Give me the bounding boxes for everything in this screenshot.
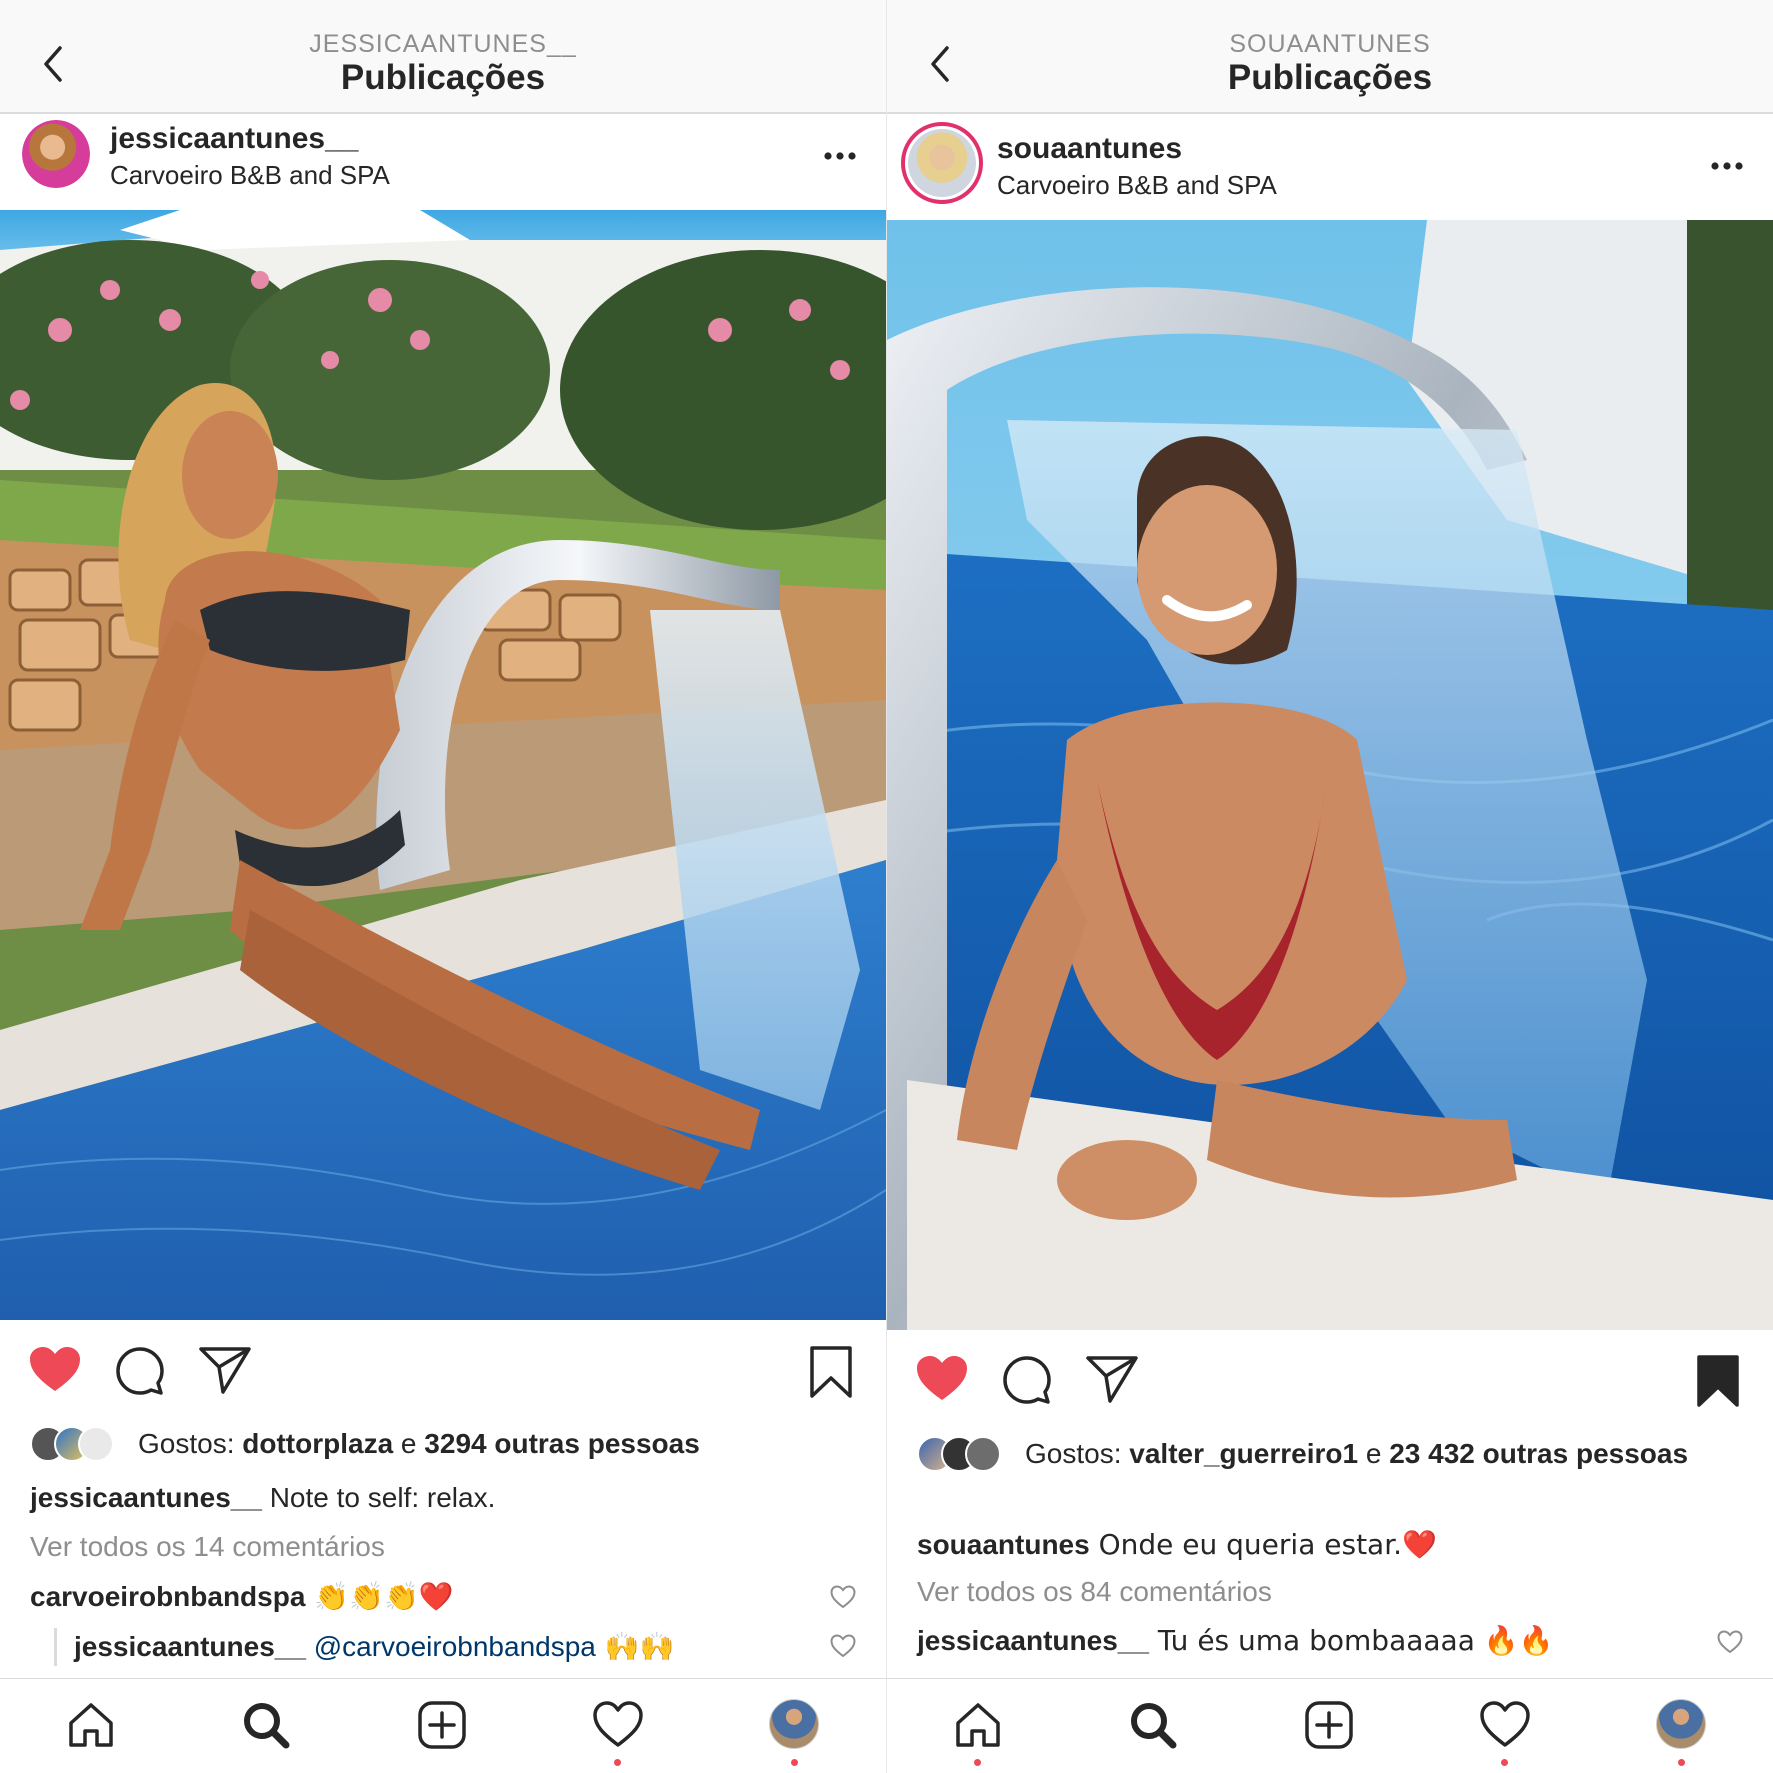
- likes-prefix: Gostos:: [1025, 1438, 1130, 1469]
- caption-username[interactable]: souaantunes: [917, 1529, 1090, 1560]
- new-post-icon[interactable]: [1303, 1699, 1355, 1751]
- search-icon[interactable]: [240, 1699, 292, 1751]
- home-icon[interactable]: [952, 1699, 1004, 1751]
- new-post-icon[interactable]: [416, 1699, 468, 1751]
- comment-username[interactable]: jessicaantunes__: [74, 1631, 306, 1662]
- post-location[interactable]: Carvoeiro B&B and SPA: [110, 160, 390, 191]
- post-actions: [887, 1354, 1773, 1424]
- liker-avatars: [917, 1436, 1017, 1472]
- page-title: Publicações: [340, 58, 546, 97]
- home-icon[interactable]: [65, 1699, 117, 1751]
- caption-text: Onde eu queria estar.❤️: [1089, 1528, 1437, 1561]
- comment-item: carvoeirobnbandspa 👏👏👏❤️: [30, 1580, 826, 1613]
- post-caption: jessicaantunes__ Note to self: relax.: [30, 1482, 856, 1514]
- notification-dot: [974, 1759, 981, 1766]
- comment-like-heart-icon[interactable]: [830, 1634, 856, 1658]
- comment-username[interactable]: carvoeirobnbandspa: [30, 1581, 305, 1612]
- notification-dot: [1501, 1759, 1508, 1766]
- notification-dot: [791, 1759, 798, 1766]
- comment-text: Tu és uma bombaaaaa 🔥🔥: [1148, 1624, 1554, 1657]
- comment-like-heart-icon[interactable]: [830, 1585, 856, 1609]
- post-header: jessicaantunes__ Carvoeiro B&B and SPA: [0, 116, 886, 210]
- comment-text: 👏👏👏❤️: [305, 1580, 454, 1613]
- bookmark-icon[interactable]: [808, 1345, 854, 1399]
- profile-username-header: SOUAANTUNES: [1229, 30, 1431, 58]
- nav-header: JESSICAANTUNES__ Publicações: [0, 0, 886, 114]
- liker-username[interactable]: valter_guerreiro1: [1129, 1438, 1358, 1469]
- avatar[interactable]: [22, 120, 90, 188]
- comment-text: 🙌🙌: [595, 1630, 675, 1663]
- likes-conjunction: e: [393, 1428, 425, 1459]
- comment-mention[interactable]: @carvoeirobnbandspa: [306, 1631, 596, 1662]
- nav-header: SOUAANTUNES Publicações: [887, 0, 1773, 114]
- activity-heart-icon[interactable]: [592, 1699, 644, 1751]
- view-all-comments-link[interactable]: Ver todos os 14 comentários: [30, 1531, 385, 1563]
- post-username[interactable]: jessicaantunes__: [110, 122, 358, 156]
- search-icon[interactable]: [1127, 1699, 1179, 1751]
- comment-reply-item: jessicaantunes__ @carvoeirobnbandspa 🙌🙌: [74, 1630, 826, 1663]
- comment-like-heart-icon[interactable]: [1717, 1630, 1743, 1654]
- profile-tab-avatar[interactable]: [1656, 1699, 1706, 1749]
- page-title: Publicações: [1227, 58, 1433, 97]
- likes-summary[interactable]: Gostos: dottorplaza e 3294 outras pessoa…: [30, 1426, 856, 1462]
- more-options-icon[interactable]: [822, 150, 858, 162]
- post-photo[interactable]: [0, 210, 886, 1320]
- bottom-tab-bar: [0, 1678, 886, 1773]
- notification-dot: [614, 1759, 621, 1766]
- post-location[interactable]: Carvoeiro B&B and SPA: [997, 170, 1277, 201]
- liker-avatars: [30, 1426, 130, 1462]
- likes-count[interactable]: 3294 outras pessoas: [424, 1428, 700, 1459]
- share-send-icon[interactable]: [198, 1345, 252, 1395]
- post-photo[interactable]: [887, 220, 1773, 1330]
- avatar: [908, 129, 976, 197]
- avatar: [965, 1436, 1001, 1472]
- post-header: souaantunes Carvoeiro B&B and SPA: [887, 116, 1773, 220]
- post-actions: [0, 1345, 886, 1415]
- avatar-story-ring[interactable]: [901, 122, 983, 204]
- likes-conjunction: e: [1358, 1438, 1390, 1469]
- more-options-icon[interactable]: [1709, 160, 1745, 172]
- activity-heart-icon[interactable]: [1479, 1699, 1531, 1751]
- like-heart-icon[interactable]: [28, 1345, 82, 1393]
- caption-username[interactable]: jessicaantunes__: [30, 1482, 262, 1513]
- post-panel-right: SOUAANTUNES Publicações souaantunes Carv…: [887, 0, 1773, 1773]
- photo-woman-under-fountain: [887, 220, 1773, 1330]
- comment-item: jessicaantunes__ Tu és uma bombaaaaa 🔥🔥: [917, 1624, 1713, 1657]
- profile-username-header: JESSICAANTUNES__: [309, 30, 577, 58]
- comment-icon[interactable]: [1001, 1354, 1053, 1406]
- likes-prefix: Gostos:: [138, 1428, 243, 1459]
- bottom-tab-bar: [887, 1678, 1773, 1773]
- caption-text: Note to self: relax.: [261, 1482, 496, 1513]
- profile-tab-avatar[interactable]: [769, 1699, 819, 1749]
- post-username[interactable]: souaantunes: [997, 132, 1182, 166]
- avatar: [78, 1426, 114, 1462]
- share-send-icon[interactable]: [1085, 1354, 1139, 1404]
- view-all-comments-link[interactable]: Ver todos os 84 comentários: [917, 1576, 1272, 1608]
- likes-count[interactable]: 23 432 outras pessoas: [1389, 1438, 1688, 1469]
- notification-dot: [1678, 1759, 1685, 1766]
- comment-username[interactable]: jessicaantunes__: [917, 1625, 1149, 1656]
- liker-username[interactable]: dottorplaza: [242, 1428, 393, 1459]
- comment-icon[interactable]: [114, 1345, 166, 1397]
- post-panel-left: JESSICAANTUNES__ Publicações jessicaantu…: [0, 0, 886, 1773]
- reply-indent-bar: [54, 1628, 57, 1666]
- likes-summary[interactable]: Gostos: valter_guerreiro1 e 23 432 outra…: [917, 1436, 1743, 1472]
- like-heart-icon[interactable]: [915, 1354, 969, 1402]
- bookmark-filled-icon[interactable]: [1695, 1354, 1741, 1408]
- post-caption: souaantunes Onde eu queria estar.❤️: [917, 1528, 1743, 1561]
- photo-pool-fountain-woman: [0, 210, 886, 1320]
